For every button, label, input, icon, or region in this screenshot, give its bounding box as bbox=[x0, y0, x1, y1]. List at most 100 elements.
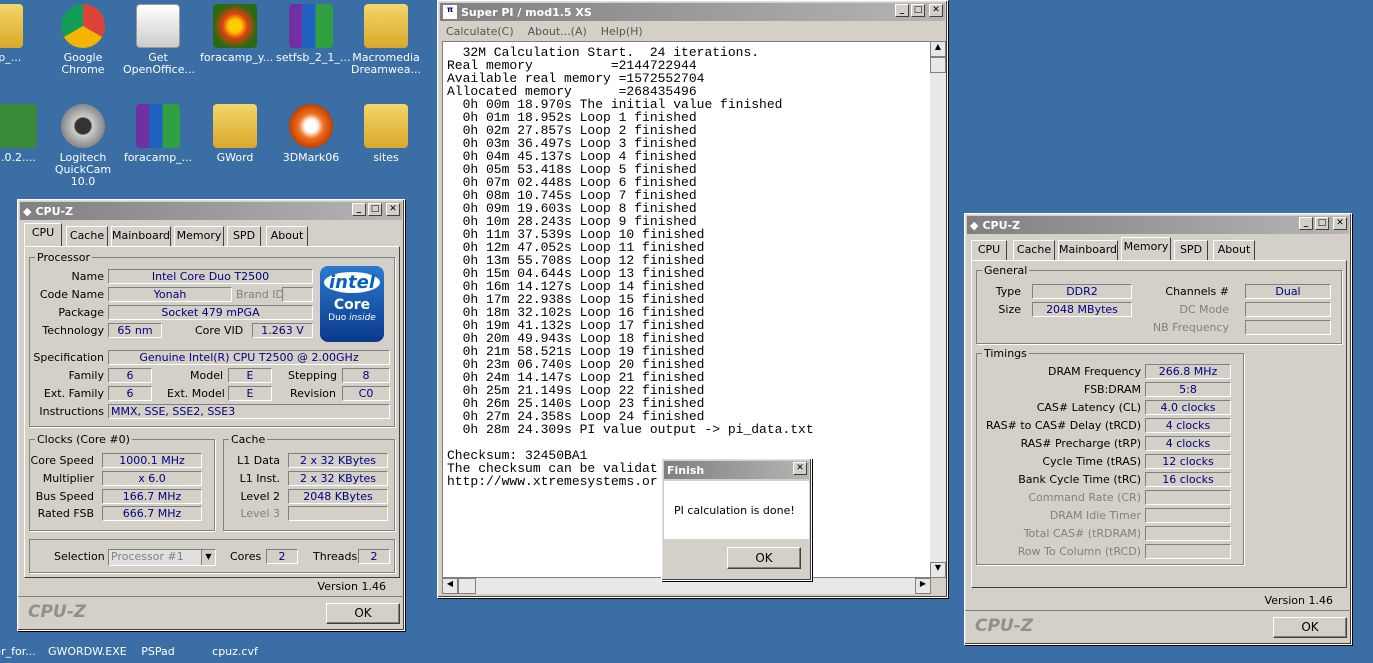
timing-value bbox=[1145, 526, 1231, 541]
menu-help[interactable]: Help(H) bbox=[601, 23, 643, 41]
processor-select[interactable]: Processor #1 ▼ bbox=[108, 549, 216, 566]
timing-value: 266.8 MHz bbox=[1145, 364, 1231, 379]
minimize-button[interactable]: _ bbox=[352, 203, 366, 216]
stepping-label: Stepping bbox=[288, 369, 338, 382]
selection-label: Selection bbox=[54, 550, 105, 563]
close-button[interactable]: ✕ bbox=[1333, 217, 1347, 230]
tab-about[interactable]: About bbox=[1213, 240, 1255, 260]
cpuz-brand: CPU-Z bbox=[28, 602, 87, 622]
tab-memory[interactable]: Memory bbox=[174, 226, 224, 246]
chevron-down-icon: ▼ bbox=[201, 550, 215, 565]
tab-spd[interactable]: SPD bbox=[227, 226, 261, 246]
desktop-icon[interactable]: 3DMark06 bbox=[276, 104, 346, 164]
group-title: Processor bbox=[35, 251, 92, 264]
desktop-icon[interactable]: GWORDW.EXE bbox=[48, 646, 127, 658]
ok-button[interactable]: OK bbox=[1273, 617, 1347, 638]
desktop-icon[interactable]: sites bbox=[351, 104, 421, 164]
scroll-thumb[interactable] bbox=[458, 578, 476, 594]
timing-value bbox=[1145, 544, 1231, 559]
cpuz-brand: CPU-Z bbox=[975, 616, 1034, 636]
nb-frequency-label: NB Frequency bbox=[1152, 321, 1229, 334]
revision-value: C0 bbox=[342, 386, 390, 401]
minimize-button[interactable]: _ bbox=[895, 4, 909, 17]
code-name-label: Code Name bbox=[39, 288, 104, 301]
desktop-icon[interactable]: foracamp_y... bbox=[200, 4, 273, 64]
desktop-icon[interactable]: Get OpenOffice... bbox=[123, 4, 195, 76]
stepping-value: 8 bbox=[342, 368, 390, 383]
cores-label: Cores bbox=[230, 550, 262, 563]
ext-model-value: E bbox=[228, 386, 272, 401]
tab-memory[interactable]: Memory bbox=[1121, 237, 1171, 260]
output-line: 0h 28m 24.309s PI value output -> pi_dat… bbox=[447, 422, 814, 437]
package-label: Package bbox=[58, 306, 104, 319]
core-vid-label: Core VID bbox=[195, 324, 244, 337]
tab-mainboard[interactable]: Mainboard bbox=[1058, 240, 1118, 260]
scroll-left-icon[interactable]: ◀ bbox=[442, 578, 458, 594]
nb-frequency-value bbox=[1245, 320, 1331, 335]
scroll-up-icon[interactable]: ▲ bbox=[930, 41, 946, 57]
rar-archive-icon bbox=[289, 4, 333, 48]
revision-label: Revision bbox=[290, 387, 336, 400]
minimize-button[interactable]: _ bbox=[1299, 217, 1313, 230]
vertical-scrollbar[interactable]: ▲ ▼ bbox=[930, 41, 946, 578]
desktop-icon[interactable]: amp_... bbox=[0, 4, 36, 64]
ok-button[interactable]: OK bbox=[727, 547, 801, 569]
menu-calculate[interactable]: Calculate(C) bbox=[446, 23, 514, 41]
title-bar[interactable]: ◆ CPU-Z _ □ ✕ bbox=[967, 216, 1349, 234]
scroll-right-icon[interactable]: ▶ bbox=[915, 578, 931, 594]
maximize-button[interactable]: □ bbox=[368, 203, 382, 216]
close-button[interactable]: ✕ bbox=[793, 462, 807, 475]
tab-mainboard[interactable]: Mainboard bbox=[111, 226, 171, 246]
tab-cache[interactable]: Cache bbox=[1013, 240, 1055, 260]
threads-label: Threads bbox=[313, 550, 358, 563]
folder-icon bbox=[213, 104, 257, 148]
cpuz-app-icon: ◆ bbox=[970, 218, 979, 232]
size-label: Size bbox=[998, 303, 1021, 316]
tab-strip: CPU Cache Mainboard Memory SPD About bbox=[24, 223, 400, 246]
cpuz-window-cpu: ◆ CPU-Z _ □ ✕ CPU Cache Mainboard Memory… bbox=[17, 199, 405, 631]
close-button[interactable]: ✕ bbox=[929, 4, 943, 17]
desktop-icon[interactable]: 2.0.2.... bbox=[0, 104, 50, 164]
timing-label: RAS# to CAS# Delay (tRCD) bbox=[985, 419, 1141, 432]
desktop-icon[interactable]: PSPad bbox=[123, 646, 193, 658]
desktop-icon[interactable]: er_for... bbox=[0, 646, 50, 658]
menu-about[interactable]: About...(A) bbox=[528, 23, 587, 41]
title-bar[interactable]: Finish ✕ bbox=[664, 461, 809, 479]
tab-about[interactable]: About bbox=[266, 226, 308, 246]
tab-spd[interactable]: SPD bbox=[1174, 240, 1208, 260]
openoffice-icon bbox=[136, 4, 180, 48]
scroll-thumb[interactable] bbox=[930, 57, 946, 73]
desktop-icon[interactable]: foracamp_... bbox=[123, 104, 193, 164]
ext-family-label: Ext. Family bbox=[43, 387, 104, 400]
scroll-down-icon[interactable]: ▼ bbox=[930, 562, 946, 578]
close-button[interactable]: ✕ bbox=[386, 203, 400, 216]
desktop-icon[interactable]: GWord bbox=[200, 104, 270, 164]
timing-label: RAS# Precharge (tRP) bbox=[1020, 437, 1141, 450]
timing-value: 5:8 bbox=[1145, 382, 1231, 397]
desktop-icon[interactable]: Logitech QuickCam 10.0 bbox=[48, 104, 118, 188]
tab-cpu[interactable]: CPU bbox=[971, 240, 1007, 260]
desktop-icon[interactable]: setfsb_2_1_... bbox=[276, 4, 350, 64]
timing-value bbox=[1145, 490, 1231, 505]
desktop-icon[interactable]: Google Chrome bbox=[48, 4, 118, 76]
title-bar[interactable]: π Super PI / mod1.5 XS _ □ ✕ bbox=[440, 3, 945, 21]
title-bar[interactable]: ◆ CPU-Z _ □ ✕ bbox=[20, 202, 402, 220]
timing-value: 4.0 clocks bbox=[1145, 400, 1231, 415]
desktop-icon[interactable]: cpuz.cvf bbox=[200, 646, 270, 658]
board-icon bbox=[0, 104, 37, 148]
tab-cpu[interactable]: CPU bbox=[24, 223, 62, 246]
3dmark-icon bbox=[289, 104, 333, 148]
menu-bar: Calculate(C) About...(A) Help(H) bbox=[438, 23, 947, 41]
channels-label: Channels # bbox=[1165, 285, 1229, 298]
desktop-icon[interactable]: Macromedia Dreamwea... bbox=[351, 4, 421, 76]
multiplier-label: Multiplier bbox=[42, 472, 94, 485]
l1-inst-label: L1 Inst. bbox=[239, 472, 280, 485]
core-vid-value: 1.263 V bbox=[252, 323, 313, 338]
maximize-button[interactable]: □ bbox=[1315, 217, 1329, 230]
maximize-button[interactable]: □ bbox=[911, 4, 925, 17]
size-value: 2048 MBytes bbox=[1032, 302, 1132, 317]
ok-button[interactable]: OK bbox=[326, 603, 400, 624]
core-speed-label: Core Speed bbox=[30, 454, 94, 467]
window-title: Super PI / mod1.5 XS bbox=[461, 5, 592, 19]
tab-cache[interactable]: Cache bbox=[66, 226, 108, 246]
